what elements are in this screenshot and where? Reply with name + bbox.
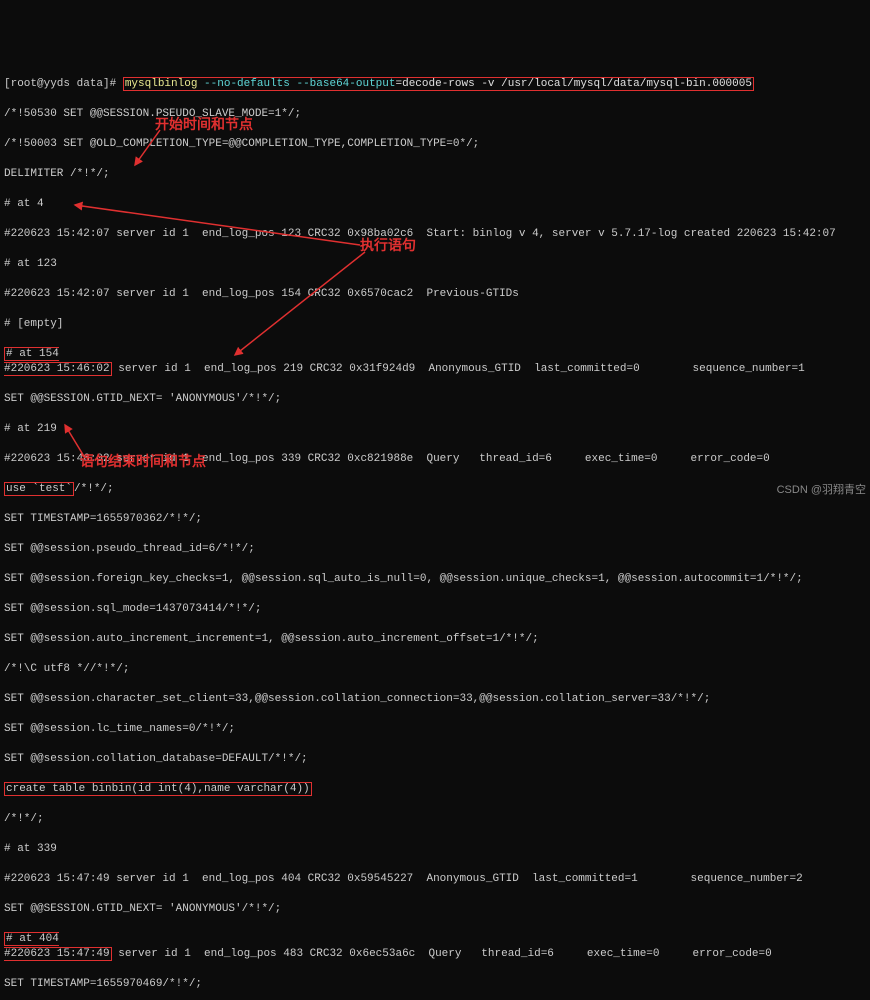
output-line: SET TIMESTAMP=1655970469/*!*/; (4, 977, 866, 992)
output-line: SET @@session.sql_mode=1437073414/*!*/; (4, 602, 866, 617)
output-line: /*!50003 SET @OLD_COMPLETION_TYPE=@@COMP… (4, 137, 866, 152)
timestamp-highlight: # at 154 #220623 15:46:02 (4, 347, 112, 376)
output-line: #220623 15:47:49 server id 1 end_log_pos… (4, 872, 866, 887)
output-line: /*!50530 SET @@SESSION.PSEUDO_SLAVE_MODE… (4, 107, 866, 122)
output-line: # [empty] (4, 317, 866, 332)
output-line: SET @@SESSION.GTID_NEXT= 'ANONYMOUS'/*!*… (4, 902, 866, 917)
output-line: SET @@session.foreign_key_checks=1, @@se… (4, 572, 866, 587)
use-db-highlight: use `test` (4, 482, 74, 496)
output-line: SET @@session.lc_time_names=0/*!*/; (4, 722, 866, 737)
output-line: # at 339 (4, 842, 866, 857)
output-line: SET @@session.character_set_client=33,@@… (4, 692, 866, 707)
watermark: CSDN @羽翔青空 (777, 483, 866, 498)
output-line: /*!*/; (4, 812, 866, 827)
output-line: SET @@SESSION.GTID_NEXT= 'ANONYMOUS'/*!*… (4, 392, 866, 407)
output-line: # at 4 (4, 197, 866, 212)
create-table-highlight: create table binbin(id int(4),name varch… (4, 782, 312, 796)
command-highlight: mysqlbinlog --no-defaults --base64-outpu… (123, 77, 754, 91)
terminal-output: [root@yyds data]# mysqlbinlog --no-defau… (0, 60, 870, 1000)
timestamp-highlight-2: # at 404 #220623 15:47:49 (4, 932, 112, 961)
output-line: #220623 15:42:07 server id 1 end_log_pos… (4, 287, 866, 302)
output-line: DELIMITER /*!*/; (4, 167, 866, 182)
output-line: # at 123 (4, 257, 866, 272)
output-line: #220623 15:42:07 server id 1 end_log_pos… (4, 227, 866, 242)
output-line: SET TIMESTAMP=1655970362/*!*/; (4, 512, 866, 527)
shell-prompt: [root@yyds data]# (4, 78, 123, 90)
output-line: # at 219 (4, 422, 866, 437)
output-line: SET @@session.collation_database=DEFAULT… (4, 752, 866, 767)
output-line: SET @@session.auto_increment_increment=1… (4, 632, 866, 647)
output-line: #220623 15:46:02 server id 1 end_log_pos… (4, 452, 866, 467)
output-line: /*!\C utf8 *//*!*/; (4, 662, 866, 677)
output-line: SET @@session.pseudo_thread_id=6/*!*/; (4, 542, 866, 557)
